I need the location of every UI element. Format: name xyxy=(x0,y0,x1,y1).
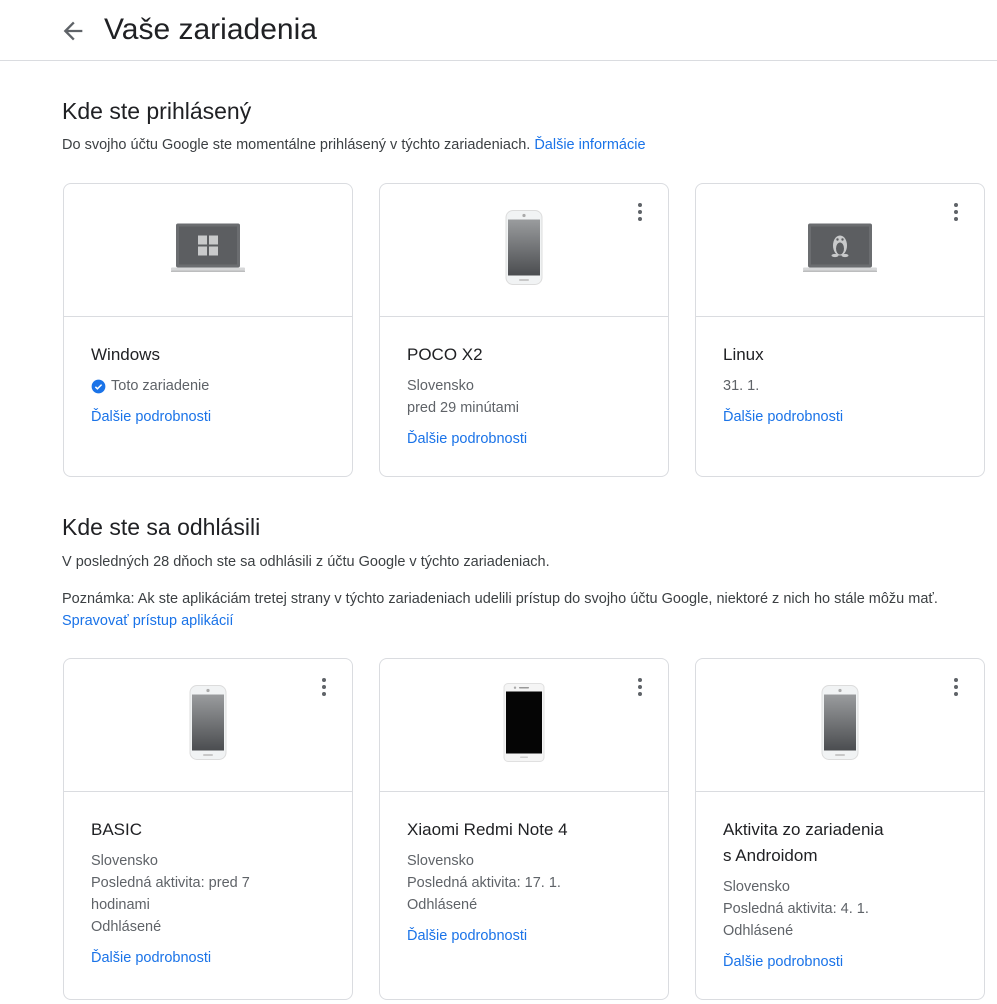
current-device-status: Toto zariadenie xyxy=(91,375,332,397)
device-card-poco-x2[interactable]: POCO X2 Slovensko pred 29 minútami Ďalši… xyxy=(379,183,669,477)
top-bar: Vaše zariadenia xyxy=(0,0,997,61)
signed-in-description: Do svojho účtu Google ste momentálne pri… xyxy=(62,134,987,156)
device-card-linux[interactable]: Linux 31. 1. Ďalšie podrobnosti xyxy=(695,183,985,477)
status-text: Toto zariadenie xyxy=(111,378,210,394)
details-link[interactable]: Ďalšie podrobnosti xyxy=(91,947,211,969)
more-info-link[interactable]: Ďalšie informácie xyxy=(534,137,645,153)
device-last-activity: Posledná aktivita: 4. 1. xyxy=(723,901,869,917)
phone-icon xyxy=(505,210,543,291)
details-link[interactable]: Ďalšie podrobnosti xyxy=(723,951,843,973)
note-text: Poznámka: Ak ste aplikáciám tretej stran… xyxy=(62,591,938,607)
signed-out-description: V posledných 28 dňoch ste sa odhlásili z… xyxy=(62,554,550,570)
device-last-seen: 31. 1. xyxy=(723,378,760,394)
details-link[interactable]: Ďalšie podrobnosti xyxy=(407,428,527,450)
device-name: Xiaomi Redmi Note 4 xyxy=(407,820,568,839)
phone-icon xyxy=(189,685,227,766)
more-options-icon[interactable] xyxy=(628,200,652,224)
details-link[interactable]: Ďalšie podrobnosti xyxy=(407,925,527,947)
device-location: Slovensko xyxy=(91,853,158,869)
device-location: Slovensko xyxy=(407,378,474,394)
device-status: Odhlásené xyxy=(723,923,794,939)
page-title: Vaše zariadenia xyxy=(104,13,317,46)
more-options-icon[interactable] xyxy=(944,200,968,224)
device-card-xiaomi-redmi-note-4[interactable]: Xiaomi Redmi Note 4 Slovensko Posledná a… xyxy=(379,658,669,1000)
device-info: Windows Toto zariadenie Ďalšie podrobnos… xyxy=(91,342,332,428)
device-name: Linux xyxy=(723,345,764,364)
third-party-note: Poznámka: Ak ste aplikáciám tretej stran… xyxy=(62,588,987,632)
device-info: Linux 31. 1. Ďalšie podrobnosti xyxy=(723,342,964,428)
more-options-icon[interactable] xyxy=(944,675,968,699)
device-location: Slovensko xyxy=(723,879,790,895)
signed-in-section-title: Kde ste prihlásený xyxy=(62,98,252,124)
device-card-windows[interactable]: Windows Toto zariadenie Ďalšie podrobnos… xyxy=(63,183,353,477)
device-status: Odhlásené xyxy=(407,897,478,913)
details-link[interactable]: Ďalšie podrobnosti xyxy=(723,406,843,428)
device-info: Aktivita zo zariadenia s Androidom Slove… xyxy=(723,817,964,973)
signed-out-section-title: Kde ste sa odhlásili xyxy=(62,514,261,540)
signed-in-description-text: Do svojho účtu Google ste momentálne pri… xyxy=(62,137,531,153)
device-name: BASIC xyxy=(91,820,143,839)
device-image-area xyxy=(696,659,984,792)
check-circle-icon xyxy=(91,379,106,393)
more-options-icon[interactable] xyxy=(312,675,336,699)
manage-app-access-link[interactable]: Spravovať prístup aplikácií xyxy=(62,613,233,629)
device-last-activity: Posledná aktivita: 17. 1. xyxy=(407,875,561,891)
phone-black-screen-icon xyxy=(503,683,545,768)
device-image-area xyxy=(380,659,668,792)
details-link[interactable]: Ďalšie podrobnosti xyxy=(91,406,211,428)
device-image-area xyxy=(64,184,352,317)
device-location: Slovensko xyxy=(407,853,474,869)
device-image-area xyxy=(380,184,668,317)
device-info: POCO X2 Slovensko pred 29 minútami Ďalši… xyxy=(407,342,648,450)
device-name-line1: Aktivita zo zariadenia xyxy=(723,820,884,839)
linux-laptop-icon xyxy=(803,222,877,279)
device-last-activity: Posledná aktivita: pred 7 xyxy=(91,875,250,891)
device-status: Odhlásené xyxy=(91,919,162,935)
device-image-area xyxy=(696,184,984,317)
phone-icon xyxy=(821,685,859,766)
device-info: BASIC Slovensko Posledná aktivita: pred … xyxy=(91,817,332,969)
windows-laptop-icon xyxy=(171,222,245,279)
device-name-line2: s Androidom xyxy=(723,846,818,865)
device-last-seen: pred 29 minútami xyxy=(407,400,520,416)
device-image-area xyxy=(64,659,352,792)
back-arrow-icon[interactable] xyxy=(59,17,87,45)
device-card-android-activity[interactable]: Aktivita zo zariadenia s Androidom Slove… xyxy=(695,658,985,1000)
device-name: Aktivita zo zariadenia s Androidom xyxy=(723,817,964,869)
device-name: POCO X2 xyxy=(407,345,483,364)
device-card-basic[interactable]: BASIC Slovensko Posledná aktivita: pred … xyxy=(63,658,353,1000)
device-info: Xiaomi Redmi Note 4 Slovensko Posledná a… xyxy=(407,817,648,947)
device-last-activity-cont: hodinami xyxy=(91,897,150,913)
device-name: Windows xyxy=(91,345,160,364)
more-options-icon[interactable] xyxy=(628,675,652,699)
